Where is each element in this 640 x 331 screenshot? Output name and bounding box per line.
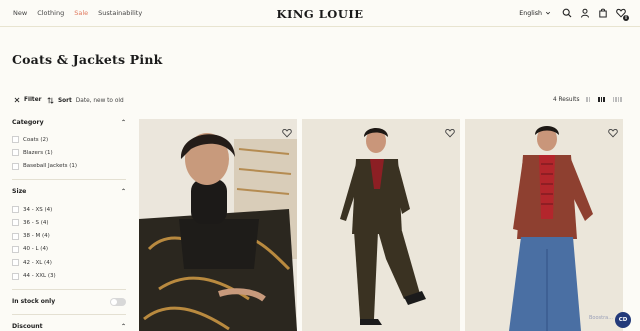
grid-4-columns-icon[interactable] <box>612 97 622 102</box>
add-to-wishlist-button[interactable] <box>445 123 455 138</box>
filter-option-size-xs[interactable]: 34 - XS (4) <box>12 203 126 216</box>
heart-icon <box>608 128 618 138</box>
page-title: Coats & Jackets Pink <box>12 52 163 67</box>
sort-icon <box>47 97 54 104</box>
product-card[interactable]: Boostra... <box>465 119 623 331</box>
checkbox[interactable] <box>12 206 19 214</box>
chevron-up-icon: ⌃ <box>120 323 126 331</box>
product-card[interactable] <box>302 119 460 331</box>
option-label: 38 - M (4) <box>23 233 50 240</box>
discount-filter-header[interactable]: Discount ⌃ <box>12 321 126 331</box>
heart-icon <box>282 128 292 138</box>
option-label: Baseball Jackets (1) <box>23 163 78 170</box>
product-image[interactable] <box>139 119 297 331</box>
add-to-wishlist-button[interactable] <box>608 123 618 138</box>
chevron-down-icon <box>545 10 551 16</box>
search-icon[interactable] <box>562 8 572 18</box>
filter-option-size-s[interactable]: 36 - S (4) <box>12 216 126 229</box>
discount-filter-title: Discount <box>12 323 43 331</box>
option-label: 40 - L (4) <box>23 246 49 253</box>
filter-toggle[interactable]: Filter <box>14 97 42 103</box>
option-label: Blazers (1) <box>23 149 53 156</box>
product-card[interactable] <box>139 119 297 331</box>
site-header: New Clothing Sale Sustainability KING LO… <box>0 0 640 27</box>
user-icon[interactable] <box>580 8 590 18</box>
checkbox[interactable] <box>12 219 19 227</box>
grid-view-switcher <box>586 97 622 102</box>
category-filter-header[interactable]: Category ⌃ <box>12 116 126 128</box>
option-label: 44 - XXL (3) <box>23 273 56 280</box>
filter-option-coats[interactable]: Coats (2) <box>12 133 126 146</box>
watermark-text: Boostra... <box>589 315 613 321</box>
language-label: English <box>519 9 542 17</box>
filter-option-baseball-jackets[interactable]: Baseball Jackets (1) <box>12 160 126 173</box>
checkbox[interactable] <box>12 232 19 240</box>
chevron-up-icon: ⌃ <box>120 118 126 126</box>
checkbox[interactable] <box>12 259 19 267</box>
grid-3-columns-icon[interactable] <box>598 97 605 102</box>
filter-option-size-m[interactable]: 38 - M (4) <box>12 229 126 242</box>
results-count: 4 Results <box>553 97 580 103</box>
chevron-up-icon: ⌃ <box>120 188 126 196</box>
sort-value: Date, new to old <box>75 97 124 104</box>
heart-icon <box>445 128 455 138</box>
sort-label: Sort <box>58 97 72 104</box>
divider <box>12 178 126 180</box>
listing-toolbar: Filter Sort Date, new to old 4 Results <box>14 97 626 107</box>
option-label: 42 - XL (4) <box>23 259 52 266</box>
filter-label: Filter <box>24 97 42 103</box>
product-image[interactable] <box>302 119 460 331</box>
chat-button[interactable]: CD <box>615 312 631 328</box>
checkbox[interactable] <box>12 272 19 280</box>
wishlist-button[interactable]: 0 <box>616 8 629 21</box>
in-stock-toggle[interactable] <box>110 297 126 306</box>
add-to-wishlist-button[interactable] <box>282 123 292 138</box>
category-filter-title: Category <box>12 118 44 126</box>
divider <box>12 313 126 315</box>
size-filter-header[interactable]: Size ⌃ <box>12 186 126 198</box>
checkbox[interactable] <box>12 162 19 170</box>
filter-option-size-xxl[interactable]: 44 - XXL (3) <box>12 269 126 282</box>
option-label: 36 - S (4) <box>23 219 49 226</box>
divider <box>12 288 126 290</box>
checkbox[interactable] <box>12 245 19 253</box>
filter-option-blazers[interactable]: Blazers (1) <box>12 146 126 159</box>
bag-icon[interactable] <box>598 8 608 18</box>
in-stock-filter[interactable]: In stock only <box>12 296 126 308</box>
size-filter-title: Size <box>12 188 27 196</box>
checkbox[interactable] <box>12 136 19 144</box>
in-stock-label: In stock only <box>12 298 56 306</box>
grid-2-columns-icon[interactable] <box>586 97 590 102</box>
wishlist-count-badge: 0 <box>623 15 629 21</box>
filter-option-size-xl[interactable]: 42 - XL (4) <box>12 256 126 269</box>
filter-sidebar: Category ⌃ Coats (2) Blazers (1) Basebal… <box>12 116 126 331</box>
close-icon <box>14 97 20 103</box>
sort-dropdown[interactable]: Sort Date, new to old <box>47 97 124 104</box>
product-image[interactable]: Boostra... <box>465 119 623 331</box>
option-label: Coats (2) <box>23 136 49 143</box>
language-selector[interactable]: English <box>519 10 551 17</box>
header-actions: English 0 <box>519 7 629 21</box>
option-label: 34 - XS (4) <box>23 206 53 213</box>
filter-option-size-l[interactable]: 40 - L (4) <box>12 243 126 256</box>
checkbox[interactable] <box>12 149 19 157</box>
